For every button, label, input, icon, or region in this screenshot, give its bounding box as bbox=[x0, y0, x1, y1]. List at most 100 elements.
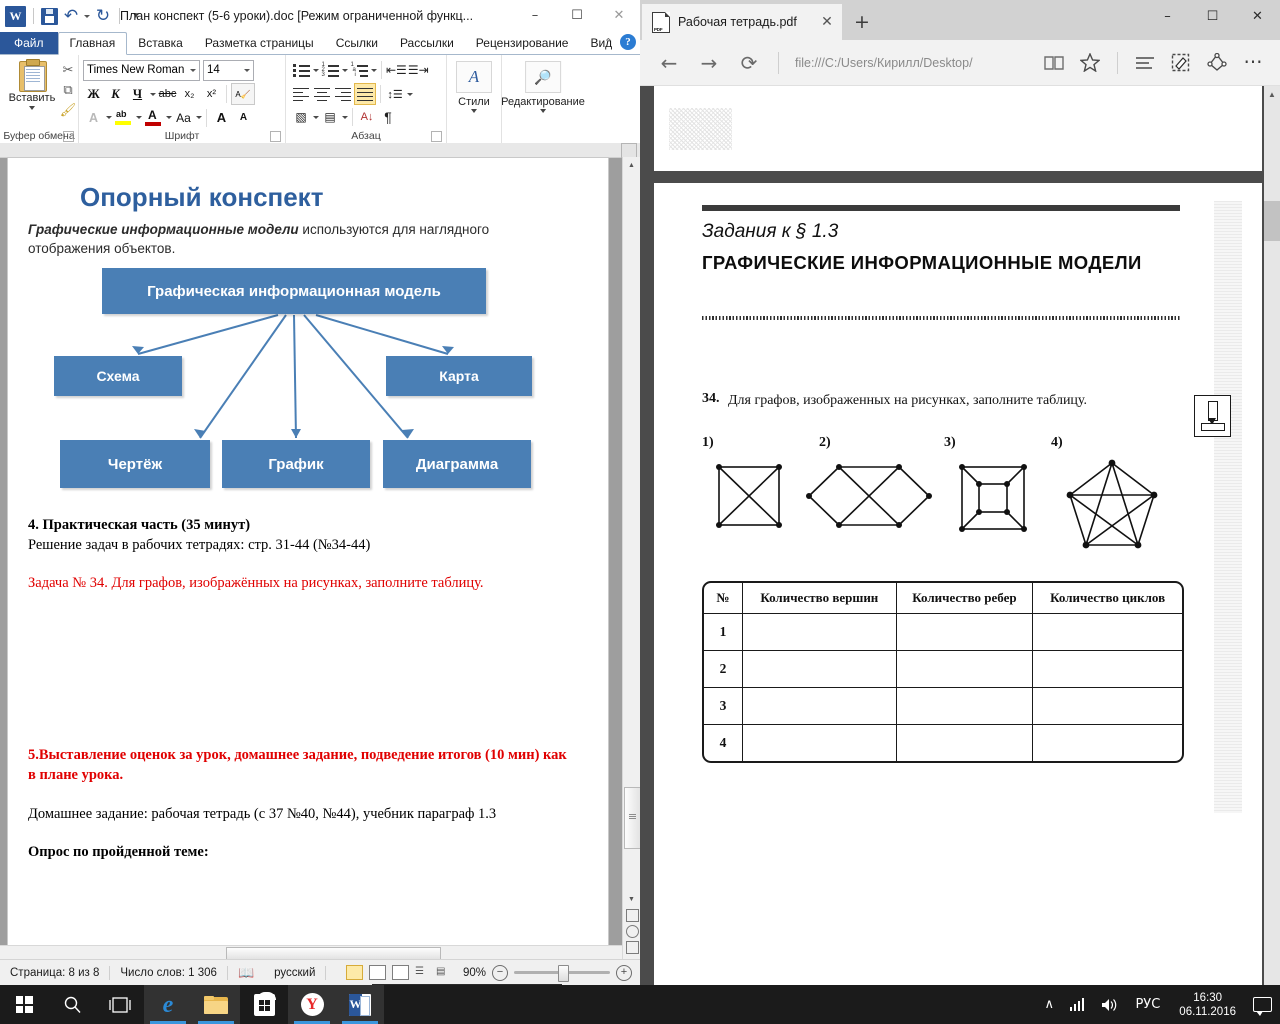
taskbar-item-file-explorer[interactable] bbox=[192, 985, 240, 1024]
taskbar-item-edge[interactable]: e bbox=[144, 985, 192, 1024]
cell-cycles[interactable] bbox=[1032, 724, 1182, 761]
numbering-dropdown-icon[interactable] bbox=[342, 68, 348, 72]
shading-dropdown-icon[interactable] bbox=[313, 115, 319, 119]
proofing-icon[interactable]: 📖 bbox=[228, 965, 264, 981]
previous-page-icon[interactable] bbox=[626, 909, 639, 922]
full-screen-reading-icon[interactable] bbox=[368, 965, 386, 980]
start-button[interactable] bbox=[0, 985, 48, 1024]
tab-file[interactable]: Файл bbox=[0, 32, 58, 54]
shrink-font-icon[interactable]: A bbox=[233, 107, 254, 128]
bullets-icon[interactable] bbox=[291, 60, 311, 80]
highlight-dropdown-icon[interactable] bbox=[136, 116, 142, 119]
line-spacing-icon[interactable]: ↕☰ bbox=[385, 84, 405, 104]
text-effects-icon[interactable]: A bbox=[83, 107, 104, 128]
cell-edges[interactable] bbox=[895, 613, 1034, 651]
save-icon[interactable] bbox=[41, 7, 58, 25]
taskbar-item-store[interactable] bbox=[240, 985, 288, 1024]
minimize-button[interactable]: – bbox=[1145, 0, 1190, 32]
tab-home[interactable]: Главная bbox=[57, 32, 128, 55]
undo-dropdown-icon[interactable] bbox=[84, 14, 90, 18]
paragraph-dialog-launcher[interactable] bbox=[431, 131, 442, 142]
subscript-button[interactable]: x₂ bbox=[179, 84, 200, 105]
chevron-down-icon[interactable] bbox=[186, 69, 199, 72]
undo-icon[interactable]: ↶ bbox=[62, 7, 80, 25]
refresh-icon[interactable]: ⟳ bbox=[730, 46, 768, 80]
minimize-ribbon-icon[interactable]: ⌃ bbox=[604, 36, 613, 49]
forward-icon[interactable]: → bbox=[690, 46, 728, 80]
align-center-icon[interactable] bbox=[312, 84, 332, 104]
more-options-icon[interactable]: ⋯ bbox=[1236, 46, 1270, 80]
italic-button[interactable]: К bbox=[105, 84, 126, 105]
numbering-icon[interactable]: 123 bbox=[320, 60, 340, 80]
scroll-up-icon[interactable]: ▲ bbox=[623, 157, 640, 174]
cell-vertices[interactable] bbox=[742, 687, 897, 725]
cell-cycles[interactable] bbox=[1032, 687, 1182, 725]
multilevel-dropdown-icon[interactable] bbox=[371, 68, 377, 72]
cell-vertices[interactable] bbox=[742, 724, 897, 761]
next-page-icon[interactable] bbox=[626, 941, 639, 954]
underline-dropdown-icon[interactable] bbox=[150, 92, 156, 96]
change-case-icon[interactable]: Aa bbox=[173, 107, 194, 128]
increase-indent-icon[interactable]: ☰⇥ bbox=[408, 60, 429, 80]
strikethrough-button[interactable]: abc bbox=[157, 84, 178, 105]
web-layout-view-icon[interactable] bbox=[391, 965, 409, 980]
minimize-button[interactable]: – bbox=[514, 0, 556, 30]
search-button[interactable] bbox=[48, 985, 96, 1024]
format-painter-icon[interactable]: 🖌 bbox=[58, 100, 78, 120]
word-count[interactable]: Число слов: 1 306 bbox=[110, 967, 227, 979]
superscript-button[interactable]: x² bbox=[201, 84, 222, 105]
address-bar[interactable]: file:///C:/Users/Кирилл/Desktop/ bbox=[789, 56, 1035, 70]
underline-button[interactable]: Ч bbox=[127, 84, 148, 105]
sort-icon[interactable]: A↓ bbox=[357, 107, 377, 127]
borders-icon[interactable]: ▤ bbox=[320, 107, 340, 127]
new-tab-button[interactable]: + bbox=[842, 4, 882, 40]
styles-dropdown-icon[interactable] bbox=[471, 109, 477, 113]
clock[interactable]: 16:30 06.11.2016 bbox=[1169, 991, 1246, 1019]
close-button[interactable]: ✕ bbox=[1235, 0, 1280, 32]
share-icon[interactable] bbox=[1200, 46, 1234, 80]
chevron-down-icon[interactable] bbox=[240, 69, 253, 72]
tab-close-icon[interactable]: ✕ bbox=[818, 14, 836, 30]
borders-dropdown-icon[interactable] bbox=[342, 115, 348, 119]
font-color-dropdown-icon[interactable] bbox=[166, 116, 172, 119]
decrease-indent-icon[interactable]: ⇤☰ bbox=[386, 60, 407, 80]
grow-font-icon[interactable]: A bbox=[211, 107, 232, 128]
paste-button[interactable]: Вставить bbox=[6, 59, 58, 110]
show-hidden-icons[interactable]: ∧ bbox=[1037, 985, 1061, 1024]
align-left-icon[interactable] bbox=[291, 84, 311, 104]
change-case-dropdown-icon[interactable] bbox=[196, 116, 202, 119]
select-browse-object-small-icon[interactable] bbox=[626, 925, 639, 938]
align-right-icon[interactable] bbox=[333, 84, 353, 104]
paste-dropdown-icon[interactable] bbox=[29, 106, 35, 110]
taskbar-item-yandex[interactable]: Y bbox=[288, 985, 336, 1024]
print-layout-view-icon[interactable] bbox=[345, 965, 363, 980]
zoom-in-button[interactable]: + bbox=[616, 964, 632, 981]
help-icon[interactable]: ? bbox=[620, 34, 636, 50]
font-color-icon[interactable]: A bbox=[143, 107, 164, 128]
clear-formatting-icon[interactable]: A🧹 bbox=[231, 83, 255, 105]
word-title-bar[interactable]: W ↶ ↻ ⯆ План конспект (5-6 уроки).doc [Р… bbox=[0, 0, 640, 32]
cell-cycles[interactable] bbox=[1032, 613, 1182, 651]
hub-icon[interactable] bbox=[1128, 46, 1162, 80]
line-spacing-dropdown-icon[interactable] bbox=[407, 92, 413, 96]
align-justify-icon[interactable] bbox=[354, 83, 376, 105]
styles-button[interactable]: A Стили bbox=[456, 61, 492, 113]
tab-review[interactable]: Рецензирование bbox=[465, 33, 580, 54]
zoom-level[interactable]: 90% bbox=[463, 967, 486, 979]
font-family-combo[interactable]: Times New Roman bbox=[83, 60, 200, 81]
cell-cycles[interactable] bbox=[1032, 650, 1182, 688]
cell-vertices[interactable] bbox=[742, 650, 897, 688]
maximize-button[interactable]: ☐ bbox=[556, 0, 598, 30]
scroll-up-icon[interactable]: ▲ bbox=[1264, 86, 1280, 102]
page-indicator[interactable]: Страница: 8 из 8 bbox=[0, 967, 109, 979]
answers-table[interactable]: № Количество вершин Количество ребер Кол… bbox=[702, 581, 1184, 763]
cell-edges[interactable] bbox=[895, 724, 1034, 761]
language-indicator[interactable]: РУС bbox=[1128, 985, 1167, 1024]
redo-icon[interactable]: ↻ bbox=[94, 7, 112, 25]
tab-insert[interactable]: Вставка bbox=[127, 33, 194, 54]
editing-button[interactable]: 🔎 Редактирование bbox=[501, 61, 585, 113]
tab-mailings[interactable]: Рассылки bbox=[389, 33, 465, 54]
tab-page-layout[interactable]: Разметка страницы bbox=[194, 33, 325, 54]
font-dialog-launcher[interactable] bbox=[270, 131, 281, 142]
tab-references[interactable]: Ссылки bbox=[325, 33, 389, 54]
